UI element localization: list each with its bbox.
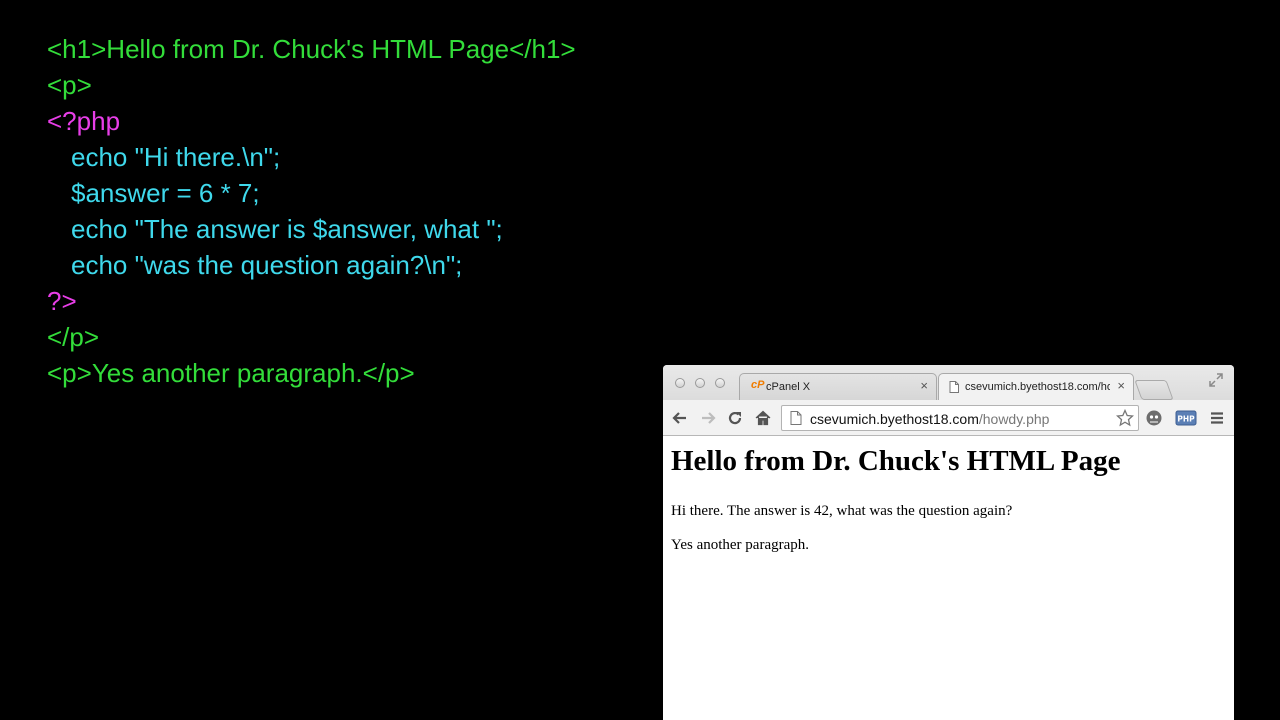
address-bar[interactable]: csevumich.byethost18.com/howdy.php (781, 405, 1139, 431)
back-icon[interactable] (671, 409, 689, 427)
page-content: Hello from Dr. Chuck's HTML Page Hi ther… (663, 436, 1234, 720)
page-paragraph: Hi there. The answer is 42, what was the… (671, 503, 1013, 519)
page-heading: Hello from Dr. Chuck's HTML Page (671, 445, 1121, 477)
page-icon (790, 411, 802, 425)
cpanel-icon: cP (751, 379, 765, 391)
tab-label: csevumich.byethost18.com/howdy.php (965, 381, 1110, 393)
code-line: <?php (47, 106, 121, 136)
new-tab-button[interactable] (1134, 380, 1174, 400)
page-paragraph: Yes another paragraph. (671, 537, 810, 553)
home-icon[interactable] (754, 409, 772, 427)
forward-icon[interactable] (699, 409, 717, 427)
tab-strip: cP cPanel X × csevumich.byethost18.com/h… (663, 365, 1234, 400)
tab-label: cPanel X (766, 381, 811, 393)
star-icon[interactable] (1116, 409, 1134, 427)
reload-icon[interactable] (726, 409, 744, 427)
address-host: csevumich.byethost18.com (810, 411, 979, 427)
code-line: echo "was the question again?\n"; (71, 250, 463, 280)
close-icon[interactable]: × (1117, 378, 1125, 393)
code-line: </p> (47, 322, 100, 352)
menu-icon[interactable] (1208, 409, 1226, 427)
code-line: <p>Yes another paragraph.</p> (47, 358, 415, 388)
page-icon (949, 381, 959, 393)
code-listing: <h1>Hello from Dr. Chuck's HTML Page</h1… (47, 31, 576, 391)
php-badge-label: PHP (1177, 415, 1195, 424)
tab-howdy[interactable]: csevumich.byethost18.com/howdy.php × (938, 373, 1134, 400)
browser-toolbar: csevumich.byethost18.com/howdy.php PHP (663, 400, 1234, 436)
fullscreen-icon[interactable] (1208, 372, 1224, 388)
address-text: csevumich.byethost18.com/howdy.php (810, 411, 1049, 427)
code-line: <p> (47, 70, 92, 100)
code-line: ?> (47, 286, 77, 316)
code-line: echo "Hi there.\n"; (71, 142, 281, 172)
code-line: <h1>Hello from Dr. Chuck's HTML Page</h1… (47, 34, 576, 64)
code-line: $answer = 6 * 7; (71, 178, 260, 208)
browser-window: cP cPanel X × csevumich.byethost18.com/h… (663, 365, 1234, 720)
tab-cpanel[interactable]: cP cPanel X × (739, 373, 937, 400)
address-path: /howdy.php (978, 411, 1050, 427)
php-icon[interactable]: PHP (1175, 409, 1197, 427)
window-zoom-button[interactable] (715, 378, 725, 388)
window-close-button[interactable] (675, 378, 685, 388)
code-line: echo "The answer is $answer, what "; (71, 214, 503, 244)
close-icon[interactable]: × (920, 378, 928, 393)
ghost-icon[interactable] (1145, 409, 1163, 427)
window-minimize-button[interactable] (695, 378, 705, 388)
